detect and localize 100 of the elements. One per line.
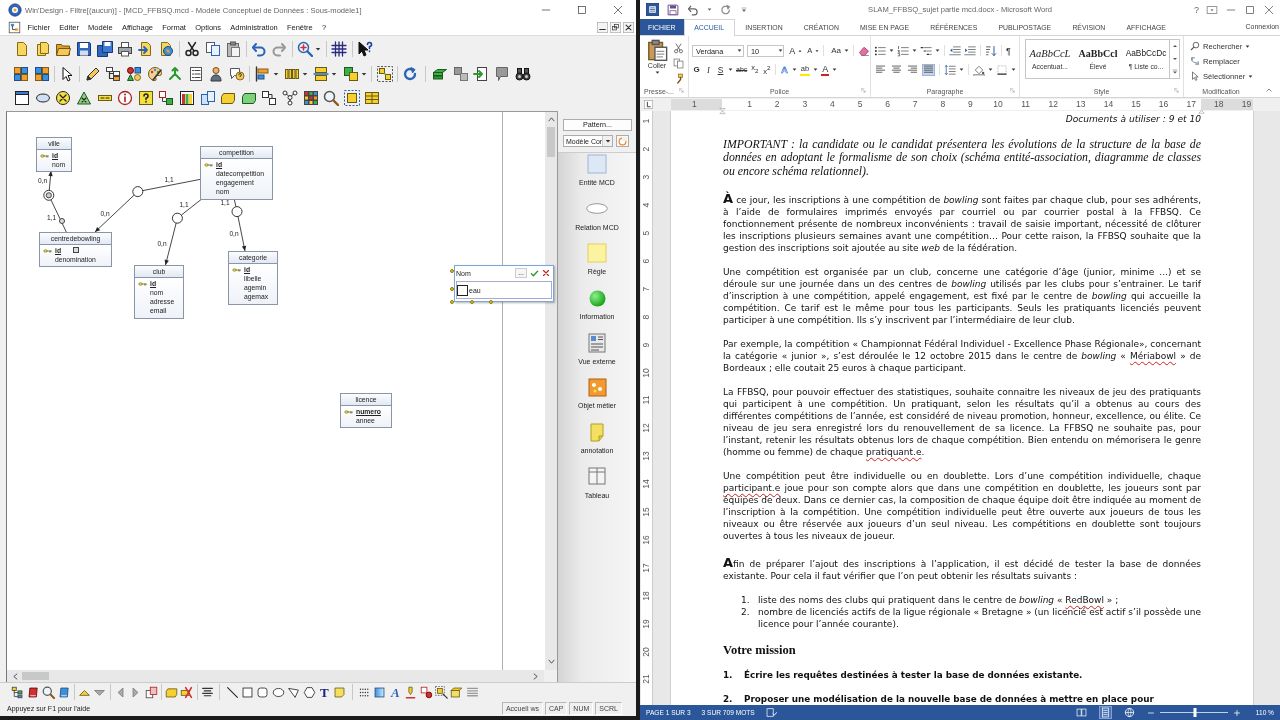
- borders-icon[interactable]: [996, 63, 1008, 76]
- puzzle-icon[interactable]: [13, 66, 29, 82]
- arrow-left-icon[interactable]: [11, 671, 20, 681]
- zoom-in-icon[interactable]: [1232, 708, 1241, 717]
- printer-icon[interactable]: [117, 41, 134, 57]
- undo-icon[interactable]: [687, 3, 699, 16]
- association-node[interactable]: [43, 189, 55, 201]
- restore-icon[interactable]: [610, 22, 621, 33]
- collapse-icon[interactable]: [1265, 86, 1273, 94]
- tab-stop-icon[interactable]: [644, 100, 653, 109]
- window-icon[interactable]: [14, 90, 31, 106]
- connector-line[interactable]: [180, 197, 204, 216]
- person-icon[interactable]: [208, 66, 225, 82]
- maximize-icon[interactable]: [1244, 3, 1256, 16]
- association-node[interactable]: [231, 206, 243, 218]
- question-box-icon[interactable]: [137, 90, 154, 106]
- handle-icon[interactable]: [59, 218, 66, 224]
- folder-icon[interactable]: [55, 41, 72, 57]
- book-icon[interactable]: [57, 685, 71, 699]
- rounded-rectangle-icon[interactable]: [256, 685, 270, 699]
- caret-icon[interactable]: [272, 71, 279, 77]
- close-icon[interactable]: [623, 22, 634, 33]
- association-node[interactable]: [132, 186, 144, 198]
- arrow-up-icon[interactable]: [546, 115, 556, 124]
- tag-icon[interactable]: [165, 685, 178, 699]
- app-icon[interactable]: [646, 3, 659, 16]
- caret-icon[interactable]: [798, 48, 803, 53]
- paint-palette-icon[interactable]: [146, 66, 163, 82]
- caret-icon[interactable]: [331, 71, 338, 77]
- read-mode-icon[interactable]: [1074, 706, 1088, 719]
- caret-icon[interactable]: [302, 71, 309, 77]
- table-icon[interactable]: [588, 466, 606, 487]
- zoom-in-icon[interactable]: [297, 41, 314, 57]
- alignment-button[interactable]: [874, 63, 887, 76]
- magnifier-icon[interactable]: [42, 685, 56, 699]
- text-tool-button[interactable]: T: [320, 685, 329, 699]
- question-bubble-icon[interactable]: [228, 66, 245, 82]
- maximize-icon[interactable]: [576, 5, 587, 15]
- page-arrow-icon[interactable]: [137, 41, 154, 57]
- handle-icon[interactable]: [489, 300, 493, 304]
- connector-line[interactable]: [237, 216, 247, 252]
- caret-icon[interactable]: [889, 48, 894, 53]
- association-node[interactable]: [171, 212, 183, 224]
- copy-icon[interactable]: [673, 58, 684, 69]
- book-icon[interactable]: [26, 685, 40, 699]
- line-spacing-icon[interactable]: [944, 63, 956, 76]
- caret-icon[interactable]: [315, 46, 322, 52]
- dashed-selection-icon[interactable]: [343, 90, 360, 106]
- close-icon[interactable]: [542, 269, 550, 277]
- pages-icon[interactable]: [199, 90, 216, 106]
- linked-boxes-icon[interactable]: [158, 90, 175, 106]
- change-case-button[interactable]: Aa: [831, 44, 842, 57]
- cross-icon[interactable]: [180, 685, 194, 699]
- decrease-indent-icon[interactable]: [949, 44, 961, 57]
- handle-icon[interactable]: [450, 300, 454, 304]
- connector-line[interactable]: [142, 178, 201, 192]
- gradient-square-icon[interactable]: [373, 685, 387, 699]
- clipboard-icon[interactable]: [646, 39, 668, 61]
- style-sample[interactable]: AaBbCcL: [1029, 48, 1071, 59]
- layers-icon[interactable]: [342, 66, 359, 82]
- help-pointer-icon[interactable]: [356, 41, 373, 57]
- bars-icon[interactable]: [284, 66, 301, 82]
- puzzle-icon[interactable]: [33, 66, 50, 82]
- selection-icon[interactable]: [376, 66, 393, 82]
- shapes-icon[interactable]: [125, 66, 142, 82]
- vertical-scrollbar[interactable]: [545, 111, 557, 670]
- selection-icon[interactable]: [435, 685, 449, 699]
- arrow-down-icon[interactable]: [546, 657, 556, 666]
- scrollbar-thumb[interactable]: [22, 672, 49, 680]
- alignment-button[interactable]: [906, 63, 919, 76]
- format-button[interactable]: I: [704, 63, 713, 76]
- check-icon[interactable]: [530, 268, 539, 278]
- tag-icon[interactable]: [220, 90, 237, 106]
- paint-bucket-icon[interactable]: [973, 63, 985, 76]
- caret-icon[interactable]: [728, 67, 733, 72]
- horizontal-scrollbar[interactable]: [6, 670, 544, 682]
- connector-line[interactable]: [48, 170, 53, 191]
- slider-thumb[interactable]: [1193, 708, 1197, 717]
- pages-icon[interactable]: [34, 41, 51, 57]
- hexagon-icon[interactable]: [302, 685, 316, 699]
- squares-icon[interactable]: [452, 66, 469, 82]
- pen-icon[interactable]: [404, 685, 418, 699]
- proofing-icon[interactable]: [765, 707, 777, 718]
- style-sample[interactable]: AaBbCcl: [1078, 48, 1118, 59]
- grid-icon[interactable]: [331, 41, 348, 57]
- align-left-icon[interactable]: [254, 66, 271, 82]
- network-icon[interactable]: [282, 90, 298, 106]
- info-icon[interactable]: [117, 90, 134, 106]
- polygon-icon[interactable]: [287, 685, 301, 699]
- caret-icon[interactable]: [815, 48, 820, 53]
- style-sample[interactable]: AaBbCcDc: [1125, 48, 1167, 59]
- ribbon-display-icon[interactable]: [1206, 3, 1218, 16]
- caret-icon[interactable]: [604, 138, 611, 144]
- customize-icon[interactable]: [740, 5, 748, 14]
- close-icon[interactable]: [612, 5, 623, 15]
- ellipse-icon[interactable]: [34, 90, 51, 106]
- stacked-layers-icon[interactable]: [432, 66, 449, 82]
- print-layout-icon[interactable]: [1098, 706, 1112, 719]
- eraser-icon[interactable]: [858, 44, 870, 57]
- tag-icon[interactable]: [240, 90, 257, 106]
